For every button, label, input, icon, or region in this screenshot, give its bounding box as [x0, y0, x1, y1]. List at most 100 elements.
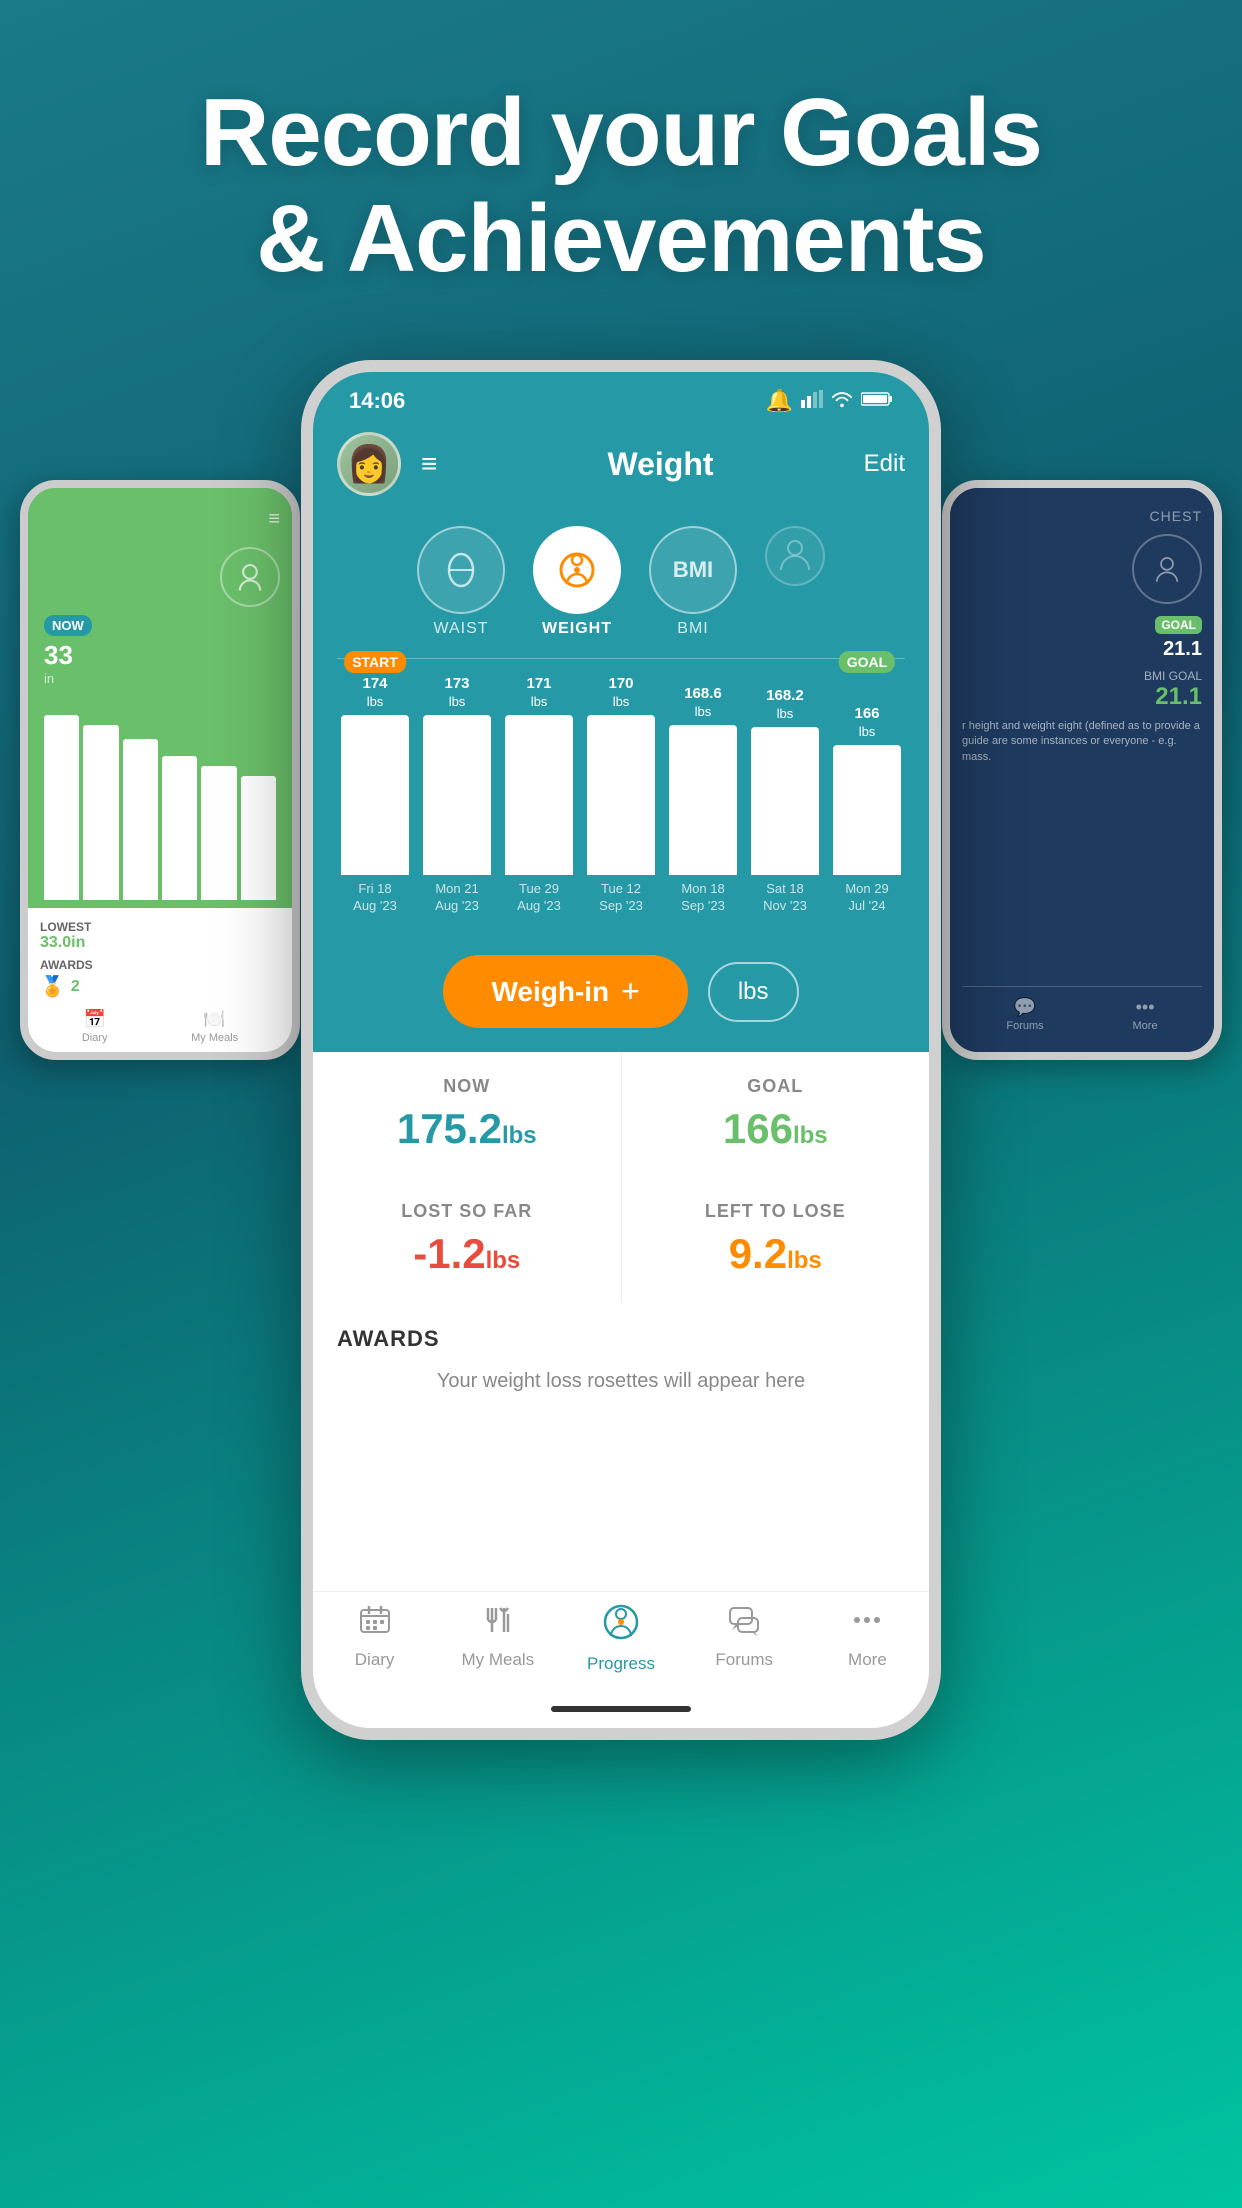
- bar-date: Sat 18Nov '23: [763, 881, 807, 915]
- bar-item: 171lbs Tue 29Aug '23: [501, 675, 577, 915]
- phone-right: CHEST GOAL 21.1 BMI GOAL 21.1 r height a…: [942, 480, 1222, 1060]
- nav-progress-label: Progress: [587, 1654, 655, 1674]
- bar-value: 166lbs: [854, 705, 879, 741]
- lp-stats-area: LOWEST 33.0in AWARDS 🏅 2 📅 Diary 🍽️ My M…: [28, 908, 292, 1052]
- time-display: 14:06: [349, 388, 405, 414]
- nav-forums[interactable]: Forums: [683, 1604, 806, 1674]
- home-bar: [551, 1706, 691, 1712]
- lp-bar-chart: [40, 694, 280, 900]
- bar-rect: [587, 715, 655, 875]
- bar-value: 174lbs: [362, 675, 387, 711]
- bar-item: GOAL 166lbs Mon 29Jul '24: [829, 675, 905, 915]
- bar-date: Mon 18Sep '23: [681, 881, 725, 915]
- lp-now-badge: NOW: [44, 615, 280, 636]
- status-icons: 🔔: [766, 388, 893, 414]
- nav-diary[interactable]: Diary: [313, 1604, 436, 1674]
- stat-left: LEFT TO LOSE 9.2lbs: [622, 1177, 930, 1302]
- bar-value: 171lbs: [526, 675, 551, 711]
- wifi-icon: [831, 388, 853, 414]
- nav-more-label: More: [848, 1650, 887, 1670]
- rp-nav: 💬 Forums ••• More: [962, 986, 1202, 1032]
- bar-rect: [341, 715, 409, 875]
- lp-menu-icon: ≡: [268, 508, 280, 531]
- cat-waist-label: WAIST: [433, 620, 488, 638]
- bar-rect: [833, 745, 901, 875]
- home-indicator: [313, 1698, 929, 1728]
- bar-date: Tue 29Aug '23: [517, 881, 561, 915]
- nav-meals-label: My Meals: [461, 1650, 534, 1670]
- header-title: Weight: [457, 446, 863, 483]
- bar-value: 173lbs: [444, 675, 469, 711]
- cat-bmi[interactable]: BMI BMI: [649, 526, 737, 638]
- nav-forums-label: Forums: [715, 1650, 773, 1670]
- bar-item: START 174lbs Fri 18Aug '23: [337, 675, 413, 915]
- lp-nav: 📅 Diary 🍽️ My Meals: [40, 1009, 280, 1044]
- nav-more[interactable]: More: [806, 1604, 929, 1674]
- hero-section: Record your Goals & Achievements: [0, 0, 1242, 291]
- stat-lost: LOST SO FAR -1.2lbs: [313, 1177, 622, 1302]
- forums-icon: [728, 1604, 760, 1644]
- meals-icon: [482, 1604, 514, 1644]
- bar-date: Fri 18Aug '23: [353, 881, 397, 915]
- stats-area: NOW 175.2lbs GOAL 166lbs: [313, 1052, 929, 1177]
- stat-goal-value: 166lbs: [642, 1105, 910, 1153]
- phones-container: ≡ NOW 33 in LOWEST: [0, 360, 1242, 1740]
- nav-meals[interactable]: My Meals: [436, 1604, 559, 1674]
- bar-value: 170lbs: [608, 675, 633, 711]
- phone-frame: 14:06 🔔 👩 ≡ Weight: [301, 360, 941, 1740]
- lp-circle-icon: [220, 547, 280, 607]
- more-icon: [851, 1604, 883, 1644]
- notification-icon: 🔔: [766, 388, 793, 414]
- bar-rect: [423, 715, 491, 875]
- nav-progress[interactable]: Progress: [559, 1604, 682, 1674]
- stat-left-value: 9.2lbs: [642, 1230, 910, 1278]
- bar-value: 168.2lbs: [766, 687, 804, 723]
- bar-date: Mon 21Aug '23: [435, 881, 479, 915]
- cat-bmi-label: BMI: [677, 620, 708, 638]
- progress-icon: [603, 1604, 639, 1648]
- bar-rect: [669, 725, 737, 875]
- stat-left-label: LEFT TO LOSE: [642, 1201, 910, 1222]
- category-row: WAIST WEIGHT BMI BMI: [313, 516, 929, 658]
- chart-area: START 174lbs Fri 18Aug '23 173lbs Mon 21…: [313, 658, 929, 939]
- edit-button[interactable]: Edit: [864, 450, 905, 478]
- cat-waist[interactable]: WAIST: [417, 526, 505, 638]
- goal-badge: GOAL: [839, 651, 895, 673]
- unit-toggle[interactable]: lbs: [708, 962, 799, 1022]
- stat-now: NOW 175.2lbs: [313, 1052, 622, 1177]
- cat-weight[interactable]: WEIGHT: [533, 526, 621, 638]
- signal-icon: [801, 388, 823, 414]
- app-header: 👩 ≡ Weight Edit: [313, 422, 929, 516]
- stat-now-label: NOW: [333, 1076, 601, 1097]
- calendar-icon: [359, 1604, 391, 1644]
- bar-date: Tue 12Sep '23: [599, 881, 643, 915]
- cat-chest[interactable]: [765, 526, 825, 638]
- phone-left: ≡ NOW 33 in LOWEST: [20, 480, 300, 1060]
- battery-icon: [861, 388, 893, 414]
- hero-line1: Record your Goals: [0, 80, 1242, 186]
- awards-title: AWARDS: [337, 1326, 905, 1352]
- avatar[interactable]: 👩: [337, 432, 401, 496]
- phone-main: 14:06 🔔 👩 ≡ Weight: [301, 360, 941, 1740]
- hero-line2: & Achievements: [0, 186, 1242, 292]
- stat-lost-value: -1.2lbs: [333, 1230, 601, 1278]
- weighin-label: Weigh-in: [491, 976, 609, 1008]
- weighin-area: Weigh-in + lbs: [313, 939, 929, 1052]
- stat-goal-label: GOAL: [642, 1076, 910, 1097]
- stats-area-2: LOST SO FAR -1.2lbs LEFT TO LOSE 9.2lbs: [313, 1177, 929, 1302]
- bottom-nav: Diary My Meals Progress: [313, 1591, 929, 1698]
- stat-now-value: 175.2lbs: [333, 1105, 601, 1153]
- bar-rect: [505, 715, 573, 875]
- stat-goal: GOAL 166lbs: [622, 1052, 930, 1177]
- bar-chart: START 174lbs Fri 18Aug '23 173lbs Mon 21…: [337, 675, 905, 915]
- bar-rect: [751, 727, 819, 875]
- start-badge: START: [344, 651, 406, 673]
- hamburger-icon[interactable]: ≡: [421, 448, 437, 480]
- awards-area: AWARDS Your weight loss rosettes will ap…: [313, 1302, 929, 1591]
- cat-weight-label: WEIGHT: [542, 620, 612, 638]
- bar-item: 173lbs Mon 21Aug '23: [419, 675, 495, 915]
- status-bar: 14:06 🔔: [313, 372, 929, 422]
- awards-message: Your weight loss rosettes will appear he…: [337, 1360, 905, 1403]
- weighin-button[interactable]: Weigh-in +: [443, 955, 687, 1028]
- stat-lost-label: LOST SO FAR: [333, 1201, 601, 1222]
